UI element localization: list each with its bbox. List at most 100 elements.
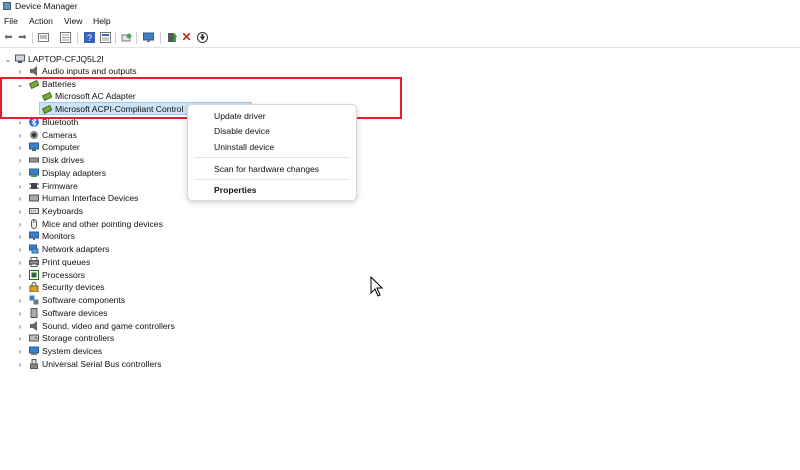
tree-item-label: Software devices — [42, 308, 108, 318]
tree-item-label: Bluetooth — [42, 117, 79, 127]
tree-item-processors[interactable]: Processors — [29, 269, 85, 281]
tree-item-batteries[interactable]: Batteries — [29, 78, 76, 90]
menu-item-properties[interactable]: Properties — [214, 185, 257, 195]
back-icon[interactable]: ⬅ — [3, 32, 14, 43]
tree-item-software-devices[interactable]: Software devices — [29, 307, 107, 319]
menu-item-scan-hardware[interactable]: Scan for hardware changes — [214, 164, 319, 174]
tree-item-print-queues[interactable]: Print queues — [29, 256, 90, 268]
window-title: Device Manager — [15, 1, 78, 11]
tree-item-label: Firmware — [42, 181, 78, 191]
tree-item-system-devices[interactable]: System devices — [29, 345, 102, 357]
tree-item-label: Cameras — [42, 130, 77, 140]
svg-text:?: ? — [87, 33, 92, 43]
bluetooth-icon — [29, 117, 39, 127]
chevron-right-icon[interactable]: › — [16, 269, 24, 281]
chevron-right-icon[interactable]: › — [16, 281, 24, 293]
software-component-icon — [29, 295, 39, 305]
update-driver-icon[interactable] — [167, 32, 178, 43]
menu-item-disable-device[interactable]: Disable device — [214, 126, 270, 136]
usb-icon — [30, 359, 38, 369]
processor-icon — [29, 270, 39, 280]
tree-item-label: Sound, video and game controllers — [42, 321, 175, 331]
tree-item-software-components[interactable]: Software components — [29, 294, 125, 306]
monitor-icon — [29, 231, 39, 240]
menu-file[interactable]: File — [4, 16, 18, 26]
chevron-right-icon[interactable]: › — [16, 243, 24, 255]
tree-item-label: Monitors — [42, 231, 75, 241]
chevron-right-icon[interactable]: › — [16, 154, 24, 166]
chevron-right-icon[interactable]: › — [16, 180, 24, 192]
tree-item-security-devices[interactable]: Security devices — [29, 281, 105, 293]
menu-view[interactable]: View — [64, 16, 82, 26]
tree-item-computer[interactable]: Computer — [29, 141, 80, 153]
tree-item-disk-drives[interactable]: Disk drives — [29, 154, 84, 166]
menu-separator — [194, 157, 350, 158]
chevron-right-icon[interactable]: › — [16, 332, 24, 344]
hid-icon — [29, 194, 39, 202]
tree-item-mice[interactable]: Mice and other pointing devices — [29, 218, 163, 230]
keyboard-icon — [29, 208, 39, 214]
chevron-right-icon[interactable]: › — [16, 358, 24, 370]
forward-icon[interactable]: ➡ — [17, 32, 28, 43]
tree-item-monitors[interactable]: Monitors — [29, 230, 75, 242]
tree-item-label: Processors — [42, 270, 85, 280]
tree-item-hid[interactable]: Human Interface Devices — [29, 192, 138, 204]
context-menu: Update driver Disable device Uninstall d… — [187, 104, 357, 201]
tree-item-usb-controllers[interactable]: Universal Serial Bus controllers — [29, 358, 161, 370]
menu-item-update-driver[interactable]: Update driver — [214, 111, 266, 121]
chevron-right-icon[interactable]: › — [16, 141, 24, 153]
tree-item-keyboards[interactable]: Keyboards — [29, 205, 83, 217]
chevron-right-icon[interactable]: › — [16, 256, 24, 268]
tree-item-cameras[interactable]: Cameras — [29, 129, 77, 141]
chevron-right-icon[interactable]: › — [16, 129, 24, 141]
battery-icon — [42, 91, 52, 101]
disk-icon — [29, 157, 39, 163]
scan-hardware-icon[interactable] — [121, 32, 132, 43]
list-view-icon[interactable] — [60, 32, 71, 43]
tree-item-audio[interactable]: Audio inputs and outputs — [29, 65, 137, 77]
tree-item-label: Disk drives — [42, 155, 85, 165]
chevron-right-icon[interactable]: › — [16, 294, 24, 306]
camera-icon — [30, 131, 38, 139]
tree-item-display-adapters[interactable]: Display adapters — [29, 167, 106, 179]
menu-item-uninstall-device[interactable]: Uninstall device — [214, 142, 274, 152]
tree-item-sound-video[interactable]: Sound, video and game controllers — [29, 320, 175, 332]
menu-action[interactable]: Action — [29, 16, 53, 26]
chevron-right-icon[interactable]: › — [16, 205, 24, 217]
tree-item-label: Audio inputs and outputs — [42, 66, 137, 76]
chevron-right-icon[interactable]: › — [16, 230, 24, 242]
chevron-right-icon[interactable]: › — [16, 116, 24, 128]
help-icon[interactable]: ? — [84, 32, 95, 43]
chevron-right-icon[interactable]: › — [16, 345, 24, 357]
chevron-right-icon[interactable]: › — [16, 320, 24, 332]
tree-item-network-adapters[interactable]: Network adapters — [29, 243, 109, 255]
chevron-right-icon[interactable]: › — [16, 307, 24, 319]
uninstall-icon[interactable]: ✕ — [181, 31, 192, 43]
chevron-down-icon[interactable]: ⌄ — [4, 53, 12, 65]
tree-item-ac-adapter[interactable]: Microsoft AC Adapter — [42, 90, 136, 102]
menu-help[interactable]: Help — [93, 16, 111, 26]
tree-item-bluetooth[interactable]: Bluetooth — [29, 116, 78, 128]
tree-item-label: Computer — [42, 142, 80, 152]
tree-item-label: Universal Serial Bus controllers — [42, 359, 162, 369]
chevron-right-icon[interactable]: › — [16, 218, 24, 230]
security-icon — [29, 282, 39, 292]
monitor-icon[interactable] — [143, 32, 154, 43]
system-device-icon — [29, 346, 39, 355]
computer-icon — [29, 142, 39, 151]
title-bar: Device Manager — [0, 0, 800, 13]
chevron-right-icon[interactable]: › — [16, 167, 24, 179]
disable-icon[interactable] — [197, 32, 208, 43]
chevron-right-icon[interactable]: › — [16, 65, 24, 77]
tree-root[interactable]: LAPTOP-CFJQ5L2I — [15, 53, 104, 65]
computer-icon — [15, 54, 25, 63]
details-icon[interactable] — [100, 32, 111, 43]
printer-icon — [29, 257, 39, 267]
tree-item-firmware[interactable]: Firmware — [29, 180, 78, 192]
chevron-down-icon[interactable]: ⌄ — [16, 78, 24, 90]
menu-bar: File Action View Help — [0, 14, 800, 28]
chevron-right-icon[interactable]: › — [16, 192, 24, 204]
mouse-icon — [31, 219, 37, 229]
tree-item-storage-controllers[interactable]: Storage controllers — [29, 332, 114, 344]
properties-view-icon[interactable] — [38, 32, 49, 43]
